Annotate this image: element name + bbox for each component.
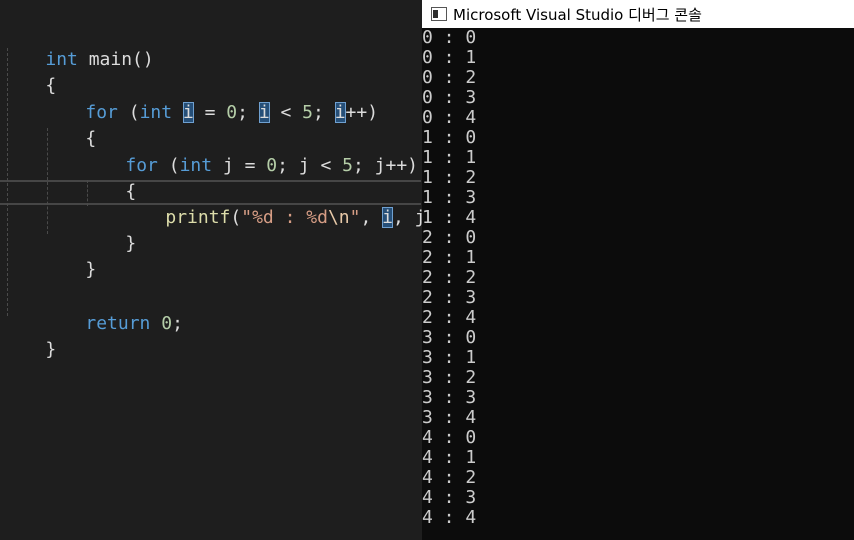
console-output-line: 1 : 4 bbox=[422, 207, 477, 228]
code-token: ; j++) bbox=[352, 155, 419, 176]
code-line-close-brace[interactable]: } bbox=[2, 311, 56, 360]
code-token: , j); bbox=[393, 207, 422, 228]
code-token: ( bbox=[157, 155, 180, 176]
code-line-main-signature[interactable]: int main() bbox=[2, 21, 153, 70]
number-literal: 0 bbox=[266, 155, 278, 176]
console-output-line: 3 : 4 bbox=[422, 407, 477, 428]
string-literal: " bbox=[349, 207, 361, 228]
console-output-line: 3 : 1 bbox=[422, 347, 477, 368]
console-output-line: 4 : 4 bbox=[422, 507, 477, 528]
console-titlebar[interactable]: Microsoft Visual Studio 디버그 콘솔 bbox=[422, 0, 854, 28]
debug-console-window[interactable]: Microsoft Visual Studio 디버그 콘솔 0 : 00 : … bbox=[422, 0, 854, 540]
code-token: = bbox=[193, 102, 227, 123]
code-line-open-brace[interactable]: { bbox=[82, 153, 136, 202]
console-output-line: 4 : 1 bbox=[422, 447, 477, 468]
code-line-outer-for[interactable]: for (int i = 0; i < 5; i++) bbox=[42, 74, 378, 123]
console-output-line: 1 : 0 bbox=[422, 127, 477, 148]
code-token: j = bbox=[212, 155, 267, 176]
variable-i-highlight[interactable]: i bbox=[382, 207, 393, 228]
console-output-line: 0 : 1 bbox=[422, 47, 477, 68]
keyword-int: int bbox=[179, 155, 213, 176]
variable-i-highlight[interactable]: i bbox=[334, 102, 346, 123]
console-output-line: 2 : 3 bbox=[422, 287, 477, 308]
main-function-name: main() bbox=[77, 49, 154, 70]
escape-sequence: \n bbox=[327, 207, 350, 228]
variable-i-highlight[interactable]: i bbox=[182, 102, 194, 123]
code-editor[interactable]: int main() { for (int i = 0; i < 5; i++)… bbox=[0, 0, 422, 540]
code-line-close-brace[interactable]: } bbox=[82, 205, 136, 254]
console-output-line: 2 : 4 bbox=[422, 307, 477, 328]
console-output-line: 0 : 3 bbox=[422, 87, 477, 108]
console-output-line: 3 : 3 bbox=[422, 387, 477, 408]
console-output-line: 2 : 1 bbox=[422, 247, 477, 268]
console-output-line: 2 : 2 bbox=[422, 267, 477, 288]
code-line-inner-for[interactable]: for (int j = 0; j < 5; j++) bbox=[82, 127, 418, 176]
brace: } bbox=[85, 259, 97, 280]
code-token: ; bbox=[237, 102, 259, 123]
console-output-line: 0 : 4 bbox=[422, 107, 477, 128]
console-output-line: 1 : 1 bbox=[422, 147, 477, 168]
console-output[interactable]: 0 : 00 : 10 : 20 : 30 : 41 : 01 : 11 : 2… bbox=[422, 28, 476, 528]
code-line-return[interactable]: return 0; bbox=[42, 285, 183, 334]
console-output-line: 4 : 0 bbox=[422, 427, 477, 448]
console-output-line: 2 : 0 bbox=[422, 227, 477, 248]
console-output-line: 1 : 2 bbox=[422, 167, 477, 188]
brace: } bbox=[125, 233, 137, 254]
console-output-line: 0 : 0 bbox=[422, 27, 477, 48]
code-line-blank[interactable] bbox=[42, 258, 85, 284]
variable-i-highlight[interactable]: i bbox=[258, 102, 270, 123]
code-line-close-brace[interactable]: } bbox=[42, 231, 96, 280]
number-literal: 5 bbox=[302, 102, 314, 123]
console-window-icon bbox=[431, 7, 447, 21]
console-output-line: 3 : 2 bbox=[422, 367, 477, 388]
console-title: Microsoft Visual Studio 디버그 콘솔 bbox=[453, 5, 702, 24]
number-literal: 0 bbox=[226, 102, 238, 123]
number-literal: 5 bbox=[342, 155, 353, 176]
code-token: ; bbox=[172, 313, 183, 334]
console-output-line: 4 : 3 bbox=[422, 487, 477, 508]
code-token: ( bbox=[230, 207, 242, 228]
number-literal: 0 bbox=[161, 313, 173, 334]
brace: } bbox=[45, 339, 57, 360]
code-token: ; bbox=[313, 102, 335, 123]
keyword-return: return bbox=[85, 313, 151, 334]
string-literal: "%d : %d bbox=[241, 207, 328, 228]
code-token: < bbox=[269, 102, 303, 123]
code-token: , bbox=[360, 207, 383, 228]
keyword-int: int bbox=[139, 102, 173, 123]
code-line-printf[interactable]: printf("%d : %d\n", i, j); bbox=[122, 179, 422, 228]
console-output-line: 3 : 0 bbox=[422, 327, 477, 348]
code-token: ++) bbox=[345, 102, 379, 123]
console-output-line: 0 : 2 bbox=[422, 67, 477, 88]
code-token: ( bbox=[117, 102, 140, 123]
function-printf: printf bbox=[165, 207, 231, 228]
console-output-line: 1 : 3 bbox=[422, 187, 477, 208]
code-line-open-brace[interactable]: { bbox=[42, 100, 96, 149]
code-token: ; j < bbox=[277, 155, 343, 176]
console-output-line: 4 : 2 bbox=[422, 467, 477, 488]
code-line-open-brace[interactable]: { bbox=[2, 47, 56, 96]
